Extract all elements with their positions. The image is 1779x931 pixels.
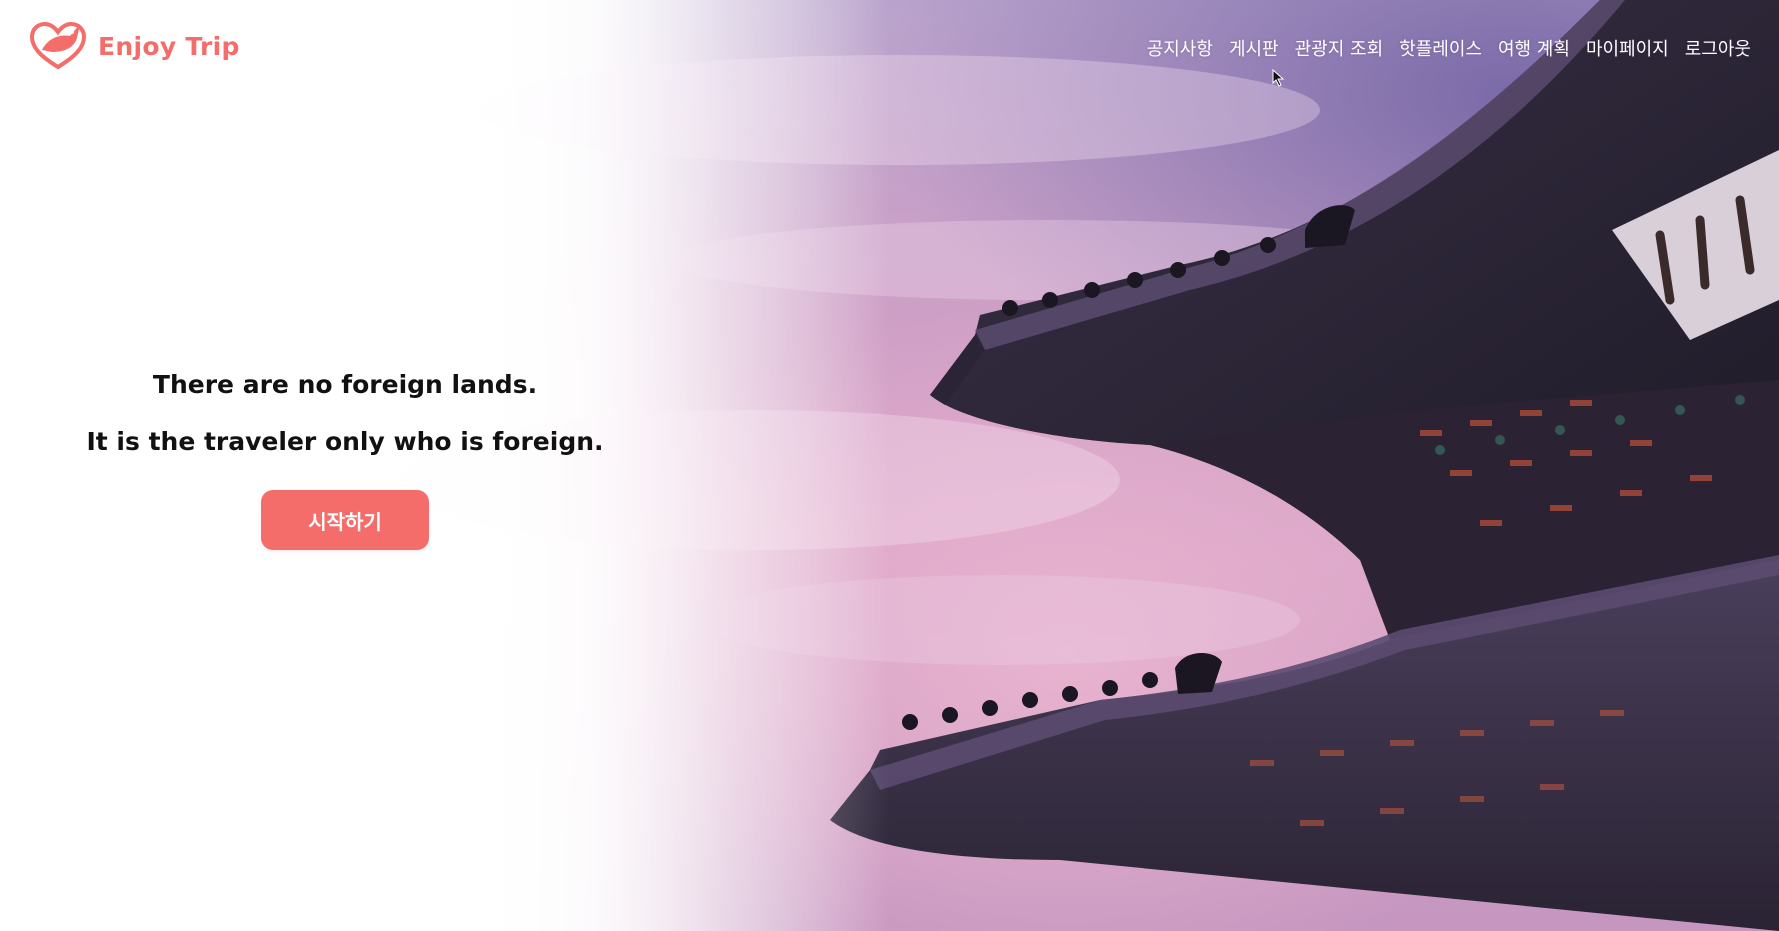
main-nav: 공지사항 게시판 관광지 조회 핫플레이스 여행 계획 마이페이지 로그아웃 [1147, 35, 1751, 61]
site-header: Enjoy Trip 공지사항 게시판 관광지 조회 핫플레이스 여행 계획 마… [0, 0, 1779, 92]
heart-bird-logo-icon [30, 21, 86, 70]
mouse-cursor-icon [1272, 69, 1285, 87]
nav-item-hotplace[interactable]: 핫플레이스 [1399, 35, 1482, 61]
brand-home-link[interactable]: Enjoy Trip [30, 20, 240, 72]
start-button[interactable]: 시작하기 [261, 490, 429, 550]
nav-item-board[interactable]: 게시판 [1229, 35, 1279, 61]
hero-copy: There are no foreign lands. It is the tr… [60, 370, 630, 550]
nav-item-mypage[interactable]: 마이페이지 [1586, 35, 1669, 61]
nav-item-notice[interactable]: 공지사항 [1147, 35, 1213, 61]
brand-name: Enjoy Trip [98, 31, 240, 61]
nav-item-attractions[interactable]: 관광지 조회 [1295, 35, 1384, 61]
nav-item-logout[interactable]: 로그아웃 [1685, 35, 1751, 61]
hero-quote-line-1: There are no foreign lands. [152, 370, 538, 399]
nav-item-trip-plan[interactable]: 여행 계획 [1498, 35, 1570, 61]
hero-quote-line-2: It is the traveler only who is foreign. [86, 427, 604, 456]
